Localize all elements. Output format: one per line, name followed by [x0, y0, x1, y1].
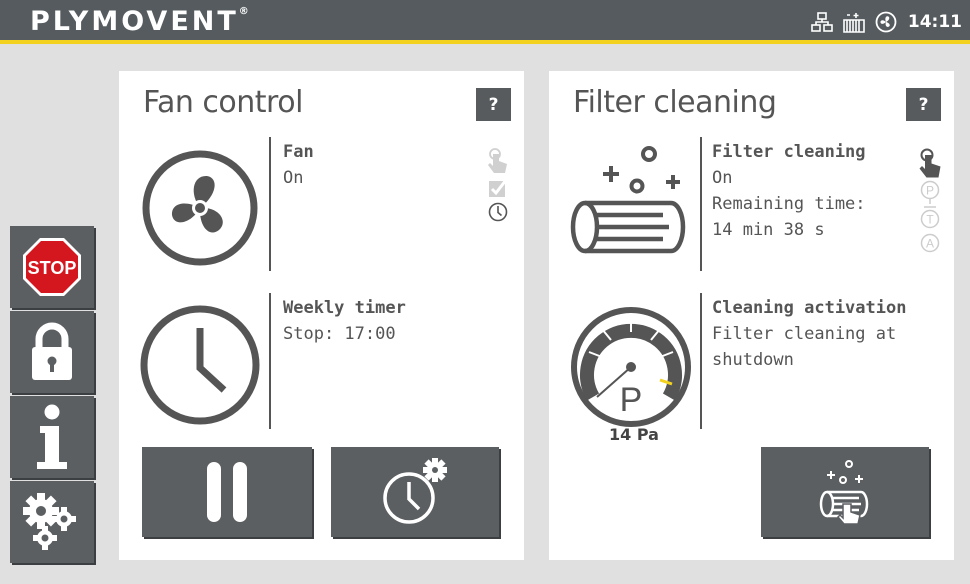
stop-button[interactable]: STOP: [10, 226, 94, 308]
manual-hand-icon[interactable]: [918, 148, 942, 178]
info-button[interactable]: [10, 396, 94, 478]
clock-time: 14:11: [907, 12, 962, 32]
filter-cleaning-status: On: [712, 168, 733, 188]
network-icon: [811, 12, 833, 32]
fan-icon: [142, 150, 258, 266]
brand-name: PLYMOVENT: [30, 6, 239, 37]
activation-header: Cleaning activation: [712, 298, 907, 318]
filter-info: Filter cleaning On Remaining time: 14 mi…: [712, 139, 866, 243]
fan-info: Fan On: [283, 139, 314, 191]
activation-divider: [700, 293, 702, 429]
timer-header: Weekly timer: [283, 298, 406, 318]
activation-info: Cleaning activation Filter cleaning at s…: [712, 295, 906, 373]
filter-cleaning-header: Filter cleaning: [712, 142, 866, 162]
pause-icon: [207, 462, 247, 522]
t-mode-icon[interactable]: T: [919, 206, 941, 230]
timer-divider: [269, 293, 271, 429]
remaining-time-value: 14 min 38 s: [712, 220, 825, 240]
settings-button[interactable]: [10, 481, 94, 563]
filter-help-button[interactable]: ?: [906, 88, 941, 121]
top-bar: PLYMOVENT® 14:11: [0, 0, 970, 44]
filter-panel-title: Filter cleaning: [573, 85, 777, 120]
lock-button[interactable]: [10, 311, 94, 393]
fan-icon-box: [141, 149, 259, 271]
brand-registered-mark: ®: [238, 6, 249, 17]
svg-text:P: P: [926, 184, 934, 198]
a-mode-icon[interactable]: A: [919, 232, 941, 254]
timer-info: Weekly timer Stop: 17:00: [283, 295, 406, 347]
start-cleaning-button[interactable]: [761, 447, 929, 537]
stop-icon: STOP: [23, 238, 81, 296]
check-icon[interactable]: [488, 178, 508, 198]
fan-control-panel: Fan control ? Fan On Weekly timer Stop: …: [119, 71, 524, 560]
settings-gears-icon: [23, 493, 76, 550]
sidebar: STOP: [10, 226, 94, 566]
fan-header: Fan: [283, 142, 314, 162]
timer-settings-button[interactable]: [331, 447, 499, 537]
fan-panel-title: Fan control: [143, 85, 303, 120]
filter-divider: [700, 137, 702, 271]
timer-settings-icon: [383, 458, 447, 524]
manual-hand-icon[interactable]: [487, 148, 509, 174]
brand-logo: PLYMOVENT®: [30, 6, 249, 37]
filter-cleaning-panel: Filter cleaning ? Filter cleaning On Rem…: [549, 71, 954, 560]
svg-text:T: T: [926, 213, 934, 227]
start-cleaning-icon: [819, 460, 869, 524]
lock-icon: [32, 322, 72, 380]
info-icon: [37, 404, 67, 469]
stop-label: STOP: [28, 258, 77, 278]
p-mode-icon[interactable]: P: [919, 180, 941, 204]
fan-mode-icons: [487, 148, 509, 222]
pressure-value: 14 Pa: [609, 425, 659, 444]
remaining-time-label: Remaining time:: [712, 194, 866, 214]
filter-cartridge-icon: [570, 146, 686, 254]
filter-status-icon: [842, 11, 866, 33]
pressure-gauge-icon: P: [571, 307, 691, 427]
activation-line-2: shutdown: [712, 350, 794, 370]
svg-text:A: A: [926, 237, 934, 251]
pause-button[interactable]: [142, 447, 312, 537]
fan-help-button[interactable]: ?: [476, 88, 511, 121]
gauge-letter: P: [620, 381, 643, 419]
activation-line-1: Filter cleaning at: [712, 324, 897, 344]
fan-status-icon: [875, 11, 897, 33]
timer-status: Stop: 17:00: [283, 324, 396, 344]
fan-divider: [269, 137, 271, 271]
weekly-timer-icon: [140, 305, 260, 425]
timer-icon-box: [139, 304, 261, 430]
clock-icon[interactable]: [488, 202, 508, 222]
pressure-gauge-box: P: [569, 305, 693, 433]
status-area: 14:11: [811, 9, 962, 35]
filter-icon-box: [569, 145, 691, 271]
filter-mode-icons: P T A: [918, 148, 942, 254]
fan-status: On: [283, 168, 304, 188]
